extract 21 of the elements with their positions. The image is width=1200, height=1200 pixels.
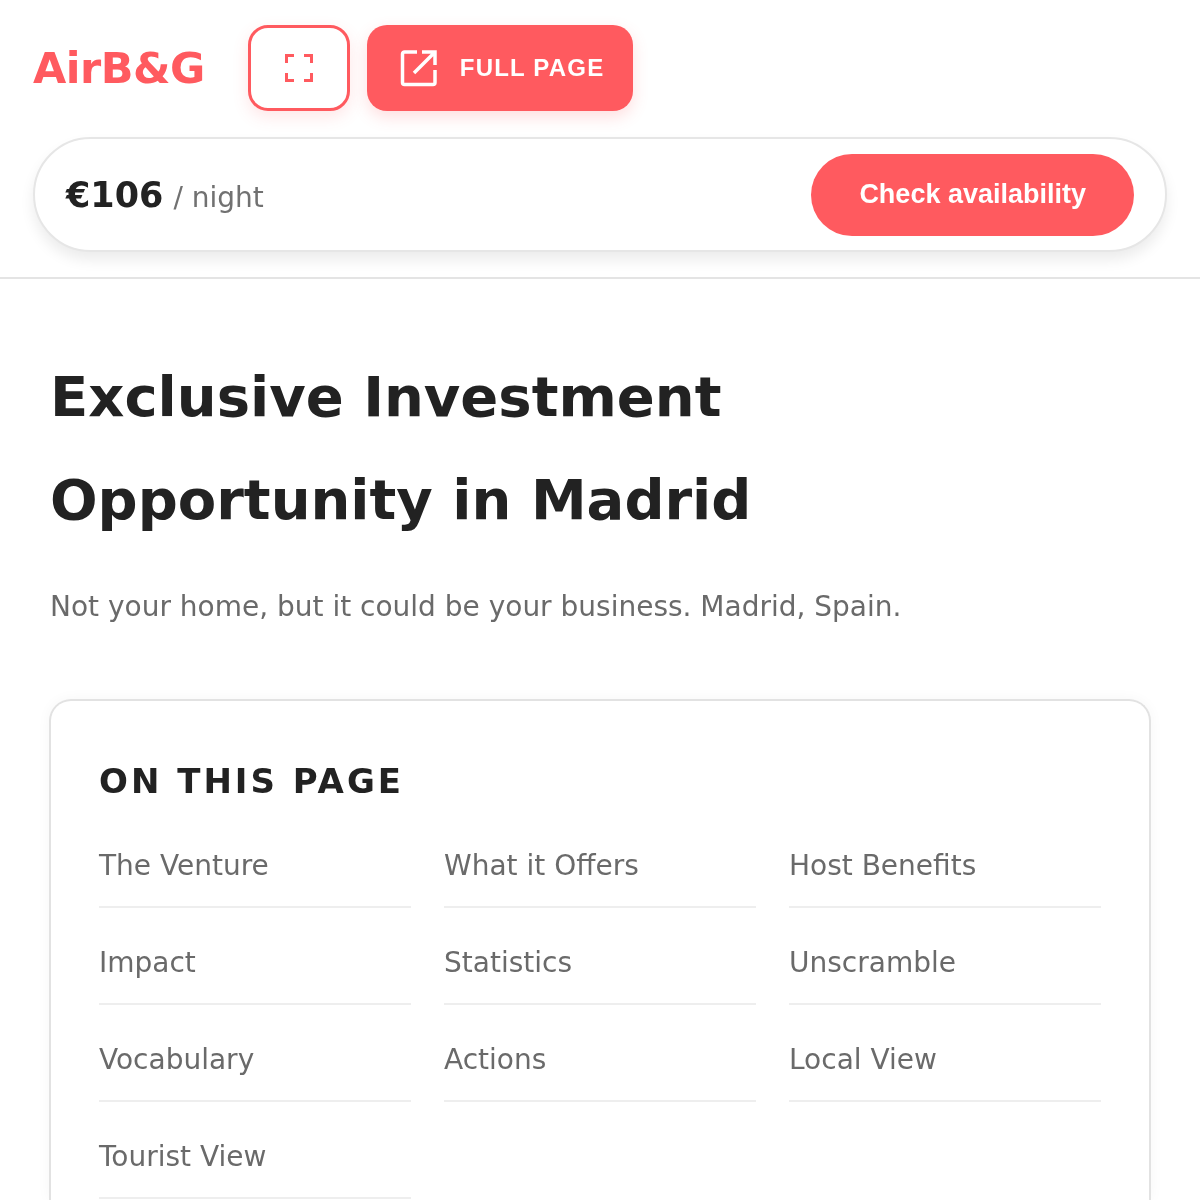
full-page-button[interactable]: FULL PAGE [366, 25, 634, 111]
toc-link[interactable]: Statistics [444, 946, 756, 1005]
toc-link[interactable]: Host Benefits [789, 849, 1101, 908]
page-title: Exclusive Investment Opportunity in Madrid [50, 363, 753, 534]
fullscreen-icon [284, 54, 313, 82]
toc-link[interactable]: What it Offers [444, 849, 756, 908]
logo[interactable]: AirB&G [33, 43, 205, 93]
toc-link[interactable]: Local View [789, 1043, 1101, 1102]
check-availability-button[interactable]: Check availability [811, 153, 1134, 236]
toc-link[interactable]: Tourist View [99, 1140, 411, 1199]
fullscreen-button[interactable] [247, 25, 350, 111]
price-unit: / night [173, 180, 264, 214]
price-text: €106 [66, 174, 164, 215]
toc-heading: ON THIS PAGE [99, 760, 406, 803]
toc-link[interactable]: Actions [444, 1043, 756, 1102]
toc-link[interactable]: Impact [99, 946, 411, 1005]
toc-link[interactable]: Vocabulary [99, 1043, 411, 1102]
toc-link[interactable]: The Venture [99, 849, 411, 908]
toc-link[interactable]: Unscramble [789, 946, 1101, 1005]
page-subtitle: Not your home, but it could be your business. Madrid, Spain. [50, 589, 903, 625]
external-link-icon [399, 49, 438, 87]
